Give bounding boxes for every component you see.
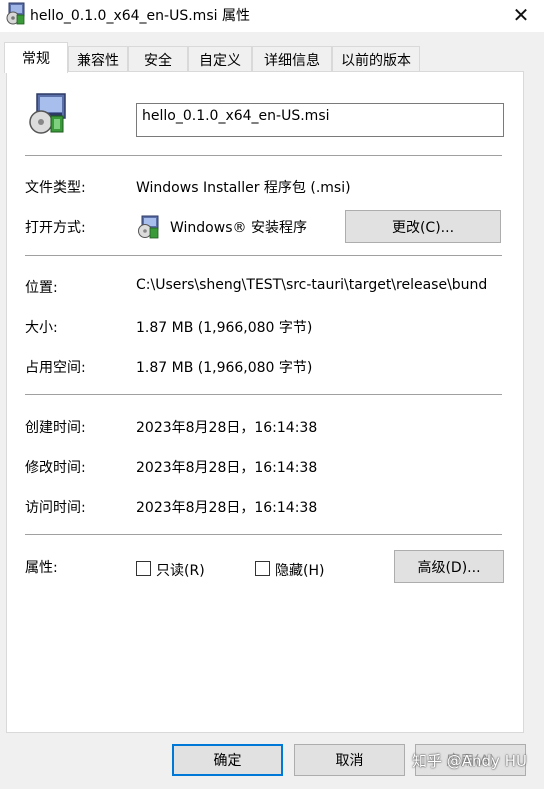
separator xyxy=(25,394,502,395)
tab-label: 兼容性 xyxy=(77,52,119,69)
cancel-button[interactable]: 取消 xyxy=(294,744,405,776)
tab-compatibility[interactable]: 兼容性 xyxy=(68,46,128,72)
open-with-label: 打开方式: xyxy=(25,220,86,236)
general-panel: hello_0.1.0_x64_en-US.msi 文件类型: Windows … xyxy=(6,71,524,733)
filename-field[interactable]: hello_0.1.0_x64_en-US.msi xyxy=(136,103,504,137)
watermark: 知乎 @Andy HU xyxy=(412,752,527,770)
msi-installer-icon xyxy=(29,93,66,134)
tab-strip: 常规 兼容性 安全 自定义 详细信息 以前的版本 xyxy=(0,42,544,73)
close-button[interactable]: ✕ xyxy=(498,0,544,30)
tab-label: 安全 xyxy=(144,52,172,69)
size-on-disk-label: 占用空间: xyxy=(25,360,86,376)
tab-previous-versions[interactable]: 以前的版本 xyxy=(332,46,420,72)
tab-label: 常规 xyxy=(22,51,50,67)
file-type-label: 文件类型: xyxy=(25,180,86,196)
attributes-label: 属性: xyxy=(25,560,58,576)
readonly-label[interactable]: 只读(R) xyxy=(156,560,205,580)
size-on-disk-value: 1.87 MB (1,966,080 字节) xyxy=(136,360,313,376)
tab-details[interactable]: 详细信息 xyxy=(252,46,332,72)
created-label: 创建时间: xyxy=(25,420,86,436)
tab-label: 自定义 xyxy=(199,52,241,69)
separator xyxy=(25,155,502,156)
accessed-label: 访问时间: xyxy=(25,500,86,516)
advanced-button[interactable]: 高级(D)... xyxy=(394,550,504,583)
size-value: 1.87 MB (1,966,080 字节) xyxy=(136,320,313,336)
size-label: 大小: xyxy=(25,320,58,336)
tab-label: 详细信息 xyxy=(264,52,320,69)
location-value: C:\Users\sheng\TEST\src-tauri\target\rel… xyxy=(136,277,488,293)
accessed-value: 2023年8月28日，16:14:38 xyxy=(136,500,318,516)
msi-installer-icon xyxy=(6,2,25,25)
close-icon: ✕ xyxy=(512,3,530,27)
change-button[interactable]: 更改(C)... xyxy=(345,210,501,243)
file-type-value: Windows Installer 程序包 (.msi) xyxy=(136,180,351,196)
tab-security[interactable]: 安全 xyxy=(128,46,188,72)
tab-custom[interactable]: 自定义 xyxy=(188,46,252,72)
ok-button[interactable]: 确定 xyxy=(172,744,283,776)
title-bar: hello_0.1.0_x64_en-US.msi 属性 ✕ xyxy=(0,0,544,32)
tab-general[interactable]: 常规 xyxy=(4,42,68,73)
window-title: hello_0.1.0_x64_en-US.msi 属性 xyxy=(30,8,250,24)
hidden-label[interactable]: 隐藏(H) xyxy=(275,560,324,580)
open-with-value: Windows® 安装程序 xyxy=(170,220,307,236)
created-value: 2023年8月28日，16:14:38 xyxy=(136,420,318,436)
tab-label: 以前的版本 xyxy=(341,52,411,69)
modified-label: 修改时间: xyxy=(25,460,86,476)
hidden-checkbox[interactable] xyxy=(255,561,270,576)
installer-app-icon xyxy=(138,215,159,239)
separator xyxy=(25,534,502,535)
readonly-checkbox[interactable] xyxy=(136,561,151,576)
separator xyxy=(25,255,502,256)
modified-value: 2023年8月28日，16:14:38 xyxy=(136,460,318,476)
location-label: 位置: xyxy=(25,280,58,296)
